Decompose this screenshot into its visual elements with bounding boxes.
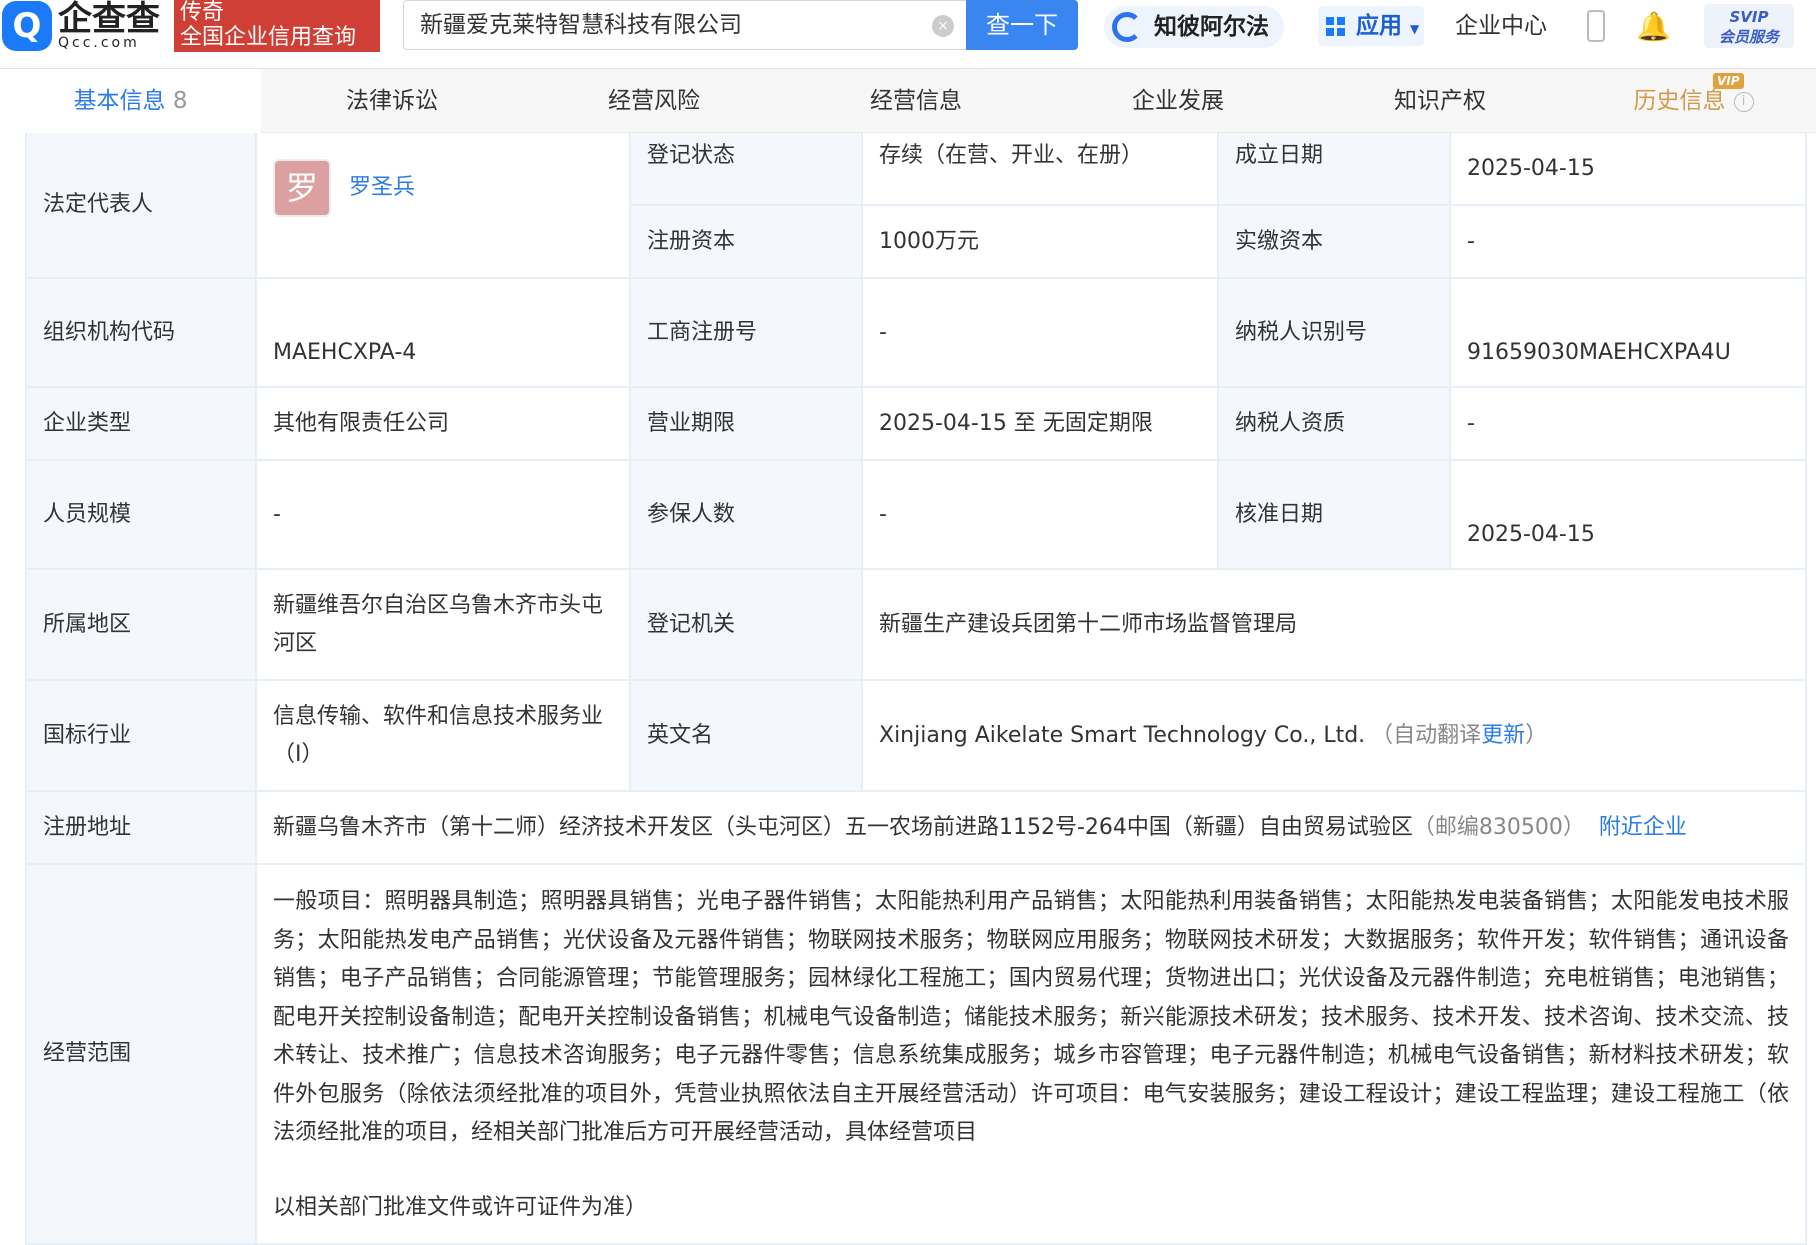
taxpayer-qual-label: 纳税人资质	[1219, 388, 1451, 461]
tab-history[interactable]: 历史信息 i	[1571, 69, 1816, 133]
insured-value: -	[863, 461, 1219, 570]
search-input[interactable]: 新疆爱克莱特智慧科技有限公司 ×	[403, 0, 966, 50]
found-date-value: 2025-04-15	[1451, 133, 1807, 206]
postcode: （邮编830500）	[1412, 814, 1585, 840]
user-center-link[interactable]: 企业中心	[1455, 8, 1547, 44]
found-date-label: 成立日期	[1219, 133, 1451, 206]
qcc-logo[interactable]: Q 企查查 Qcc.com	[2, 0, 172, 52]
search-value: 新疆爱克莱特智慧科技有限公司	[420, 12, 742, 38]
tab-label: 历史信息	[1633, 88, 1726, 114]
staff-size-label: 人员规模	[25, 461, 257, 570]
logo-text: 企查查	[58, 0, 160, 39]
paid-capital-value: -	[1451, 206, 1807, 279]
scope-value: 一般项目：照明器具制造；照明器具销售；光电子器件销售；太阳能热利用产品销售；太阳…	[273, 889, 1789, 1145]
svip-sublabel: 会员服务	[1718, 28, 1779, 46]
info-icon[interactable]: i	[1733, 91, 1754, 112]
legal-rep-link[interactable]: 罗圣兵	[349, 169, 415, 207]
tab-ip[interactable]: 知识产权	[1309, 69, 1571, 133]
scope-label: 经营范围	[25, 865, 257, 1245]
svip-label: SVIP	[1729, 8, 1769, 26]
promo-line1: 传奇	[180, 0, 225, 25]
reg-capital-label: 注册资本	[631, 206, 863, 279]
approval-date-value: 2025-04-15	[1451, 461, 1807, 570]
reg-authority-value: 新疆生产建设兵团第十二师市场监督管理局	[863, 570, 1807, 681]
tab-basic-info[interactable]: 基本信息 8	[0, 69, 261, 133]
company-type-value: 其他有限责任公司	[257, 388, 631, 461]
tab-count: 8	[172, 88, 188, 114]
biz-reg-no-label: 工商注册号	[631, 279, 863, 388]
english-name-label: 英文名	[631, 681, 863, 792]
clear-icon[interactable]: ×	[932, 15, 954, 37]
tab-label: 基本信息	[73, 88, 166, 114]
tab-development[interactable]: 企业发展	[1047, 69, 1309, 133]
zhibi-alpha-button[interactable]: 知彼阿尔法	[1104, 6, 1284, 48]
scope-cell: 一般项目：照明器具制造；照明器具销售；光电子器件销售；太阳能热利用产品销售；太阳…	[257, 865, 1807, 1245]
svip-button[interactable]: SVIP 会员服务	[1704, 4, 1794, 48]
region-label: 所属地区	[25, 570, 257, 681]
taxpayer-id-label: 纳税人识别号	[1219, 279, 1451, 388]
reg-capital-value: 1000万元	[863, 206, 1219, 279]
nearby-companies-link[interactable]: 附近企业	[1599, 809, 1687, 847]
auto-translate-note: （自动翻译	[1371, 722, 1482, 748]
taxpayer-qual-value: -	[1451, 388, 1807, 461]
update-link[interactable]: 更新	[1481, 717, 1525, 755]
search-button[interactable]: 查一下	[966, 0, 1078, 50]
address-label: 注册地址	[25, 792, 257, 865]
reg-status-label: 登记状态	[631, 133, 863, 206]
apps-menu[interactable]: 应用 ▼	[1318, 6, 1424, 46]
biz-term-label: 营业期限	[631, 388, 863, 461]
legal-rep-label: 法定代表人	[25, 133, 257, 279]
scope-end: 以相关部门批准文件或许可证件为准）	[273, 1194, 648, 1220]
legal-rep-cell: 罗 罗圣兵	[257, 133, 631, 279]
english-name-cell: Xinjiang Aikelate Smart Technology Co., …	[863, 681, 1807, 792]
vip-badge: VIP	[1713, 73, 1744, 89]
promo-line2: 全国企业信用查询	[180, 25, 357, 50]
chevron-down-icon: ▼	[1410, 22, 1420, 36]
approval-date-label: 核准日期	[1219, 461, 1451, 570]
org-code-label: 组织机构代码	[25, 279, 257, 388]
biz-term-value: 2025-04-15 至 无固定期限	[863, 388, 1219, 461]
top-header: Q 企查查 Qcc.com 传奇 全国企业信用查询 新疆爱克莱特智慧科技有限公司 × …	[0, 0, 1816, 69]
address-cell: 新疆乌鲁木齐市（第十二师）经济技术开发区（头屯河区）五一农场前进路1152号-2…	[257, 792, 1807, 865]
zhibi-logo-icon	[1112, 12, 1142, 42]
tab-operations[interactable]: 经营信息	[785, 69, 1047, 133]
address-value: 新疆乌鲁木齐市（第十二师）经济技术开发区（头屯河区）五一农场前进路1152号-2…	[273, 814, 1413, 840]
avatar[interactable]: 罗	[273, 159, 331, 217]
taxpayer-id-value: 91659030MAEHCXPA4U	[1451, 279, 1807, 388]
region-value: 新疆维吾尔自治区乌鲁木齐市头屯河区	[257, 570, 631, 681]
insured-label: 参保人数	[631, 461, 863, 570]
industry-label: 国标行业	[25, 681, 257, 792]
biz-reg-no-value: -	[863, 279, 1219, 388]
apps-label: 应用	[1356, 13, 1402, 39]
bell-icon[interactable]: 🔔	[1636, 10, 1671, 43]
company-type-label: 企业类型	[25, 388, 257, 461]
reg-status-value: 存续（在营、开业、在册）	[863, 133, 1219, 206]
tab-legal[interactable]: 法律诉讼	[261, 69, 523, 133]
tab-bar: 基本信息 8 法律诉讼 经营风险 经营信息 企业发展 知识产权 历史信息 i VI…	[0, 69, 1816, 133]
tab-risk[interactable]: 经营风险	[523, 69, 785, 133]
staff-size-value: -	[257, 461, 631, 570]
promo-banner[interactable]: 传奇 全国企业信用查询	[174, 0, 380, 52]
grid-icon	[1326, 17, 1346, 37]
paid-capital-label: 实缴资本	[1219, 206, 1451, 279]
reg-authority-label: 登记机关	[631, 570, 863, 681]
logo-icon: Q	[2, 1, 52, 51]
industry-value: 信息传输、软件和信息技术服务业（I）	[257, 681, 631, 792]
zhibi-label: 知彼阿尔法	[1154, 14, 1269, 40]
english-name-value: Xinjiang Aikelate Smart Technology Co., …	[879, 722, 1366, 748]
org-code-value: MAEHCXPA-4	[257, 279, 631, 388]
mobile-icon[interactable]	[1587, 10, 1605, 42]
auto-translate-end: ）	[1525, 722, 1548, 748]
